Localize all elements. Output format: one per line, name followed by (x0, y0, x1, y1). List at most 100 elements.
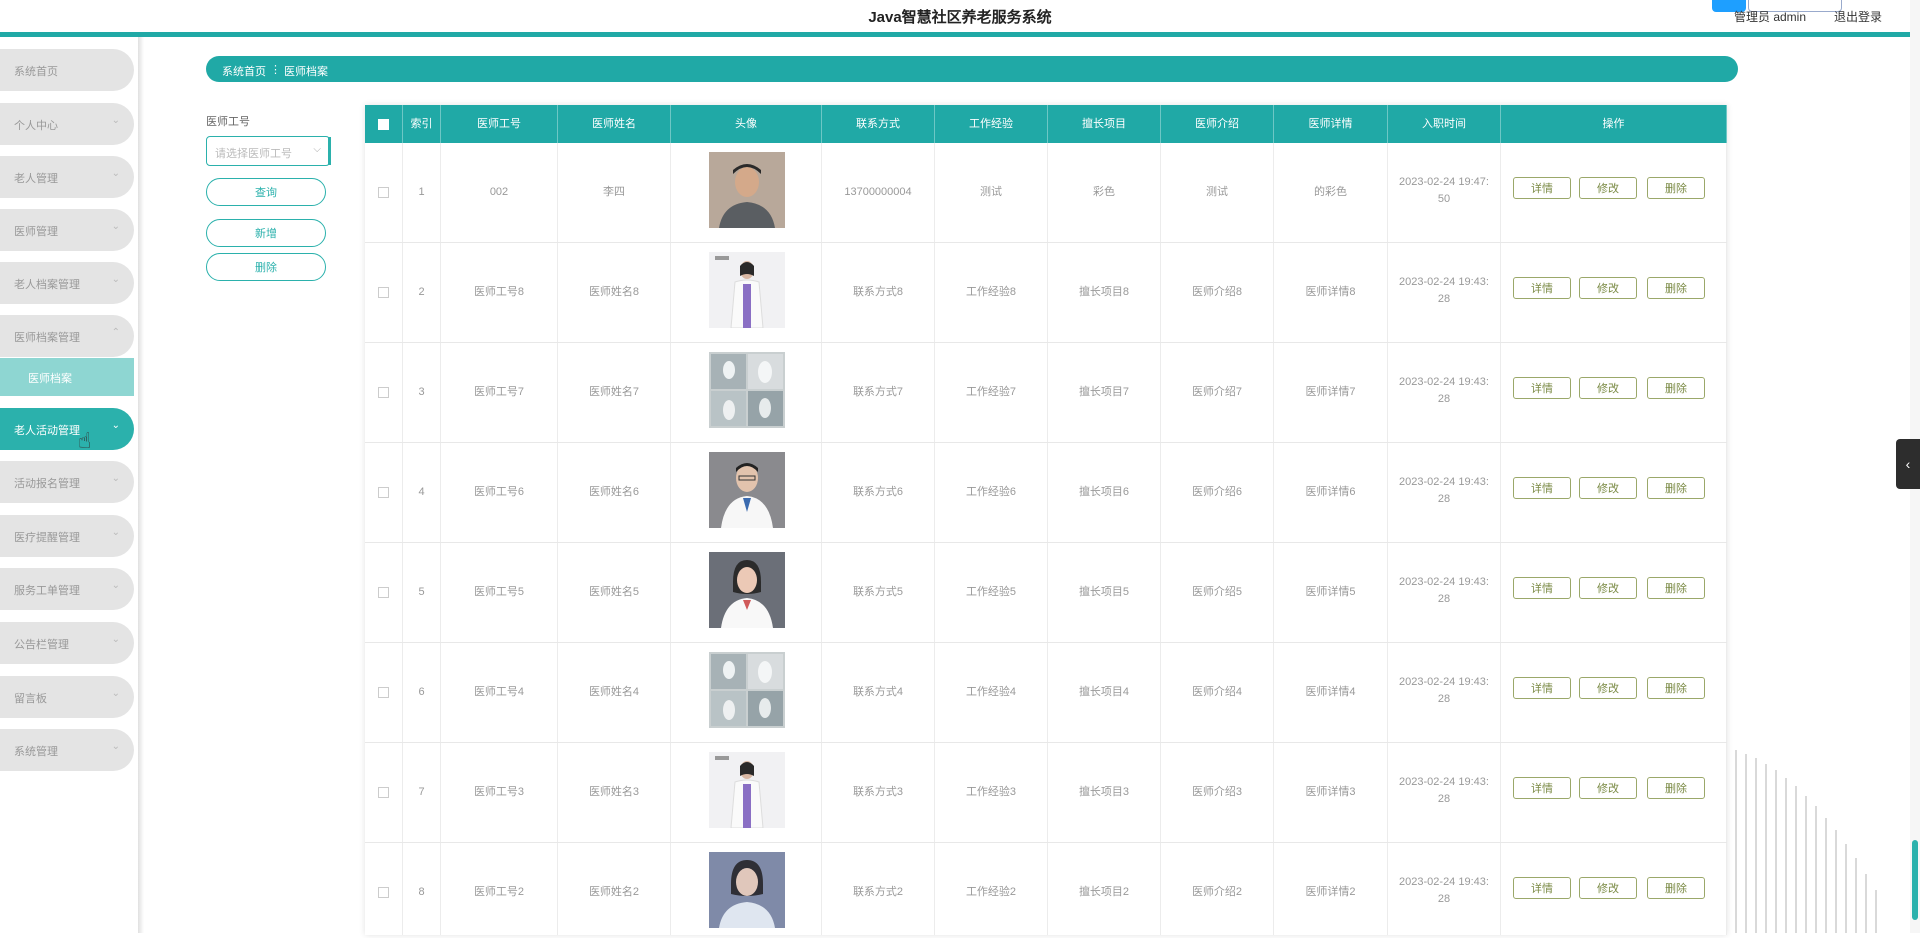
detail-cell: 医师详情8 (1274, 243, 1388, 342)
edit-button[interactable]: 修改 (1579, 677, 1637, 699)
detail-button[interactable]: 详情 (1513, 277, 1571, 299)
delete-button[interactable]: 删除 (1647, 277, 1705, 299)
sidebar-item[interactable]: 老人档案管理 ⌄ (0, 262, 134, 304)
table-row: 8 医师工号2 医师姓名2 联系方式2 工作经验2 擅长项目2 医师介绍2 医师详情2 2023… (365, 843, 1727, 935)
contact-cell: 联系方式7 (822, 343, 935, 442)
row-checkbox[interactable] (378, 686, 389, 698)
chevron-down-icon: ⌄ (111, 420, 120, 431)
delete-button[interactable]: 删除 (1647, 877, 1705, 899)
delete-button[interactable]: 删除 (1647, 577, 1705, 599)
sidebar-item[interactable]: 公告栏管理 ⌄ (0, 622, 134, 664)
detail-button[interactable]: 详情 (1513, 677, 1571, 699)
skill-cell: 擅长项目4 (1048, 643, 1161, 742)
row-checkbox[interactable] (378, 386, 389, 398)
detail-cell: 医师详情7 (1274, 343, 1388, 442)
chevron-down-icon: ⌄ (111, 168, 120, 179)
sidebar-item[interactable]: 系统首页 (0, 49, 134, 91)
row-checkbox-cell[interactable] (365, 343, 403, 442)
edit-button[interactable]: 修改 (1579, 477, 1637, 499)
detail-button[interactable]: 详情 (1513, 577, 1571, 599)
name-cell: 医师姓名8 (558, 243, 671, 342)
edit-button[interactable]: 修改 (1579, 377, 1637, 399)
actions-cell: 详情 修改 删除 (1501, 243, 1727, 342)
table-row: 3 医师工号7 医师姓名7 联系方式7 工作经验7 擅长项目7 医师介绍7 医师详情7 2023… (365, 343, 1727, 443)
sidebar-item[interactable]: 留言板 ⌄ (0, 676, 134, 718)
delete-button[interactable]: 删除 (1647, 677, 1705, 699)
select-all-checkbox-cell[interactable] (365, 105, 403, 143)
batch-delete-button[interactable]: 删除 (206, 253, 326, 281)
edit-button[interactable]: 修改 (1579, 777, 1637, 799)
row-checkbox[interactable] (378, 586, 389, 598)
sidebar-subitem-doctor-archive[interactable]: 医师档案 (0, 358, 134, 396)
search-button[interactable]: 查询 (206, 178, 326, 206)
edit-button[interactable]: 修改 (1579, 577, 1637, 599)
column-header: 医师工号 (441, 105, 558, 143)
delete-button[interactable]: 删除 (1647, 477, 1705, 499)
sidebar-item[interactable]: 老人活动管理 ⌄ (0, 408, 134, 450)
row-checkbox[interactable] (378, 886, 389, 898)
hire-date-text: 2023-02-24 19:43: (1399, 876, 1489, 888)
actions-cell: 详情 修改 删除 (1501, 643, 1727, 742)
detail-button[interactable]: 详情 (1513, 777, 1571, 799)
sidebar-item[interactable]: 个人中心 ⌄ (0, 103, 134, 145)
row-checkbox[interactable] (378, 286, 389, 298)
edit-button[interactable]: 修改 (1579, 877, 1637, 899)
row-checkbox-cell[interactable] (365, 743, 403, 842)
delete-button[interactable]: 删除 (1647, 777, 1705, 799)
top-bar: Java智慧社区养老服务系统 管理员 admin 退出登录 (0, 0, 1920, 32)
chevron-left-icon[interactable]: ‹ (1896, 439, 1920, 489)
row-checkbox-cell[interactable] (365, 843, 403, 935)
doctor-code-select[interactable]: 请选择医师工号 ⌵ (206, 136, 331, 166)
logout-link[interactable]: 退出登录 (1834, 8, 1882, 25)
skill-cell: 擅长项目8 (1048, 243, 1161, 342)
breadcrumb-home[interactable]: 系统首页 (222, 63, 266, 79)
skill-cell: 擅长项目3 (1048, 743, 1161, 842)
contact-cell: 联系方式2 (822, 843, 935, 935)
edit-button[interactable]: 修改 (1579, 277, 1637, 299)
code-cell: 医师工号6 (441, 443, 558, 542)
sidebar-item[interactable]: 服务工单管理 ⌄ (0, 568, 134, 610)
sidebar-item[interactable]: 医师管理 ⌄ (0, 209, 134, 251)
name-cell: 医师姓名2 (558, 843, 671, 935)
app-title: Java智慧社区养老服务系统 (868, 9, 1052, 26)
row-checkbox-cell[interactable] (365, 643, 403, 742)
sidebar-item-label: 留言板 (14, 693, 47, 705)
row-checkbox-cell[interactable] (365, 443, 403, 542)
row-checkbox[interactable] (378, 486, 389, 498)
column-header: 医师姓名 (558, 105, 671, 143)
sidebar-item[interactable]: 医师档案管理 ⌃ (0, 315, 134, 357)
name-cell: 医师姓名6 (558, 443, 671, 542)
hire-date-text: 2023-02-24 19:43: (1399, 476, 1489, 488)
sidebar-item[interactable]: 老人管理 ⌄ (0, 156, 134, 198)
exp-cell: 工作经验2 (935, 843, 1048, 935)
column-header: 索引 (403, 105, 441, 143)
sidebar-subitem-label: 医师档案 (28, 373, 72, 385)
name-cell: 医师姓名5 (558, 543, 671, 642)
edit-button[interactable]: 修改 (1579, 177, 1637, 199)
add-button[interactable]: 新增 (206, 219, 326, 247)
detail-button[interactable]: 详情 (1513, 177, 1571, 199)
detail-button[interactable]: 详情 (1513, 477, 1571, 499)
row-checkbox-cell[interactable] (365, 143, 403, 242)
detail-button[interactable]: 详情 (1513, 377, 1571, 399)
scrollbar-thumb[interactable] (1912, 840, 1918, 920)
row-checkbox-cell[interactable] (365, 243, 403, 342)
avatar-cell (671, 243, 822, 342)
delete-button[interactable]: 删除 (1647, 177, 1705, 199)
avatar (709, 752, 785, 829)
skill-cell: 擅长项目6 (1048, 443, 1161, 542)
row-checkbox[interactable] (378, 186, 389, 198)
row-checkbox-cell[interactable] (365, 543, 403, 642)
idx-cell: 6 (403, 643, 441, 742)
code-cell: 医师工号3 (441, 743, 558, 842)
sidebar-item-label: 服务工单管理 (14, 585, 80, 597)
idx-cell: 5 (403, 543, 441, 642)
sidebar-item[interactable]: 系统管理 ⌄ (0, 729, 134, 771)
select-all-checkbox[interactable] (378, 118, 389, 130)
sidebar-item[interactable]: 活动报名管理 ⌄ (0, 461, 134, 503)
delete-button[interactable]: 删除 (1647, 377, 1705, 399)
intro-cell: 医师介绍5 (1161, 543, 1274, 642)
sidebar-item[interactable]: 医疗提醒管理 ⌄ (0, 515, 134, 557)
row-checkbox[interactable] (378, 786, 389, 798)
detail-button[interactable]: 详情 (1513, 877, 1571, 899)
